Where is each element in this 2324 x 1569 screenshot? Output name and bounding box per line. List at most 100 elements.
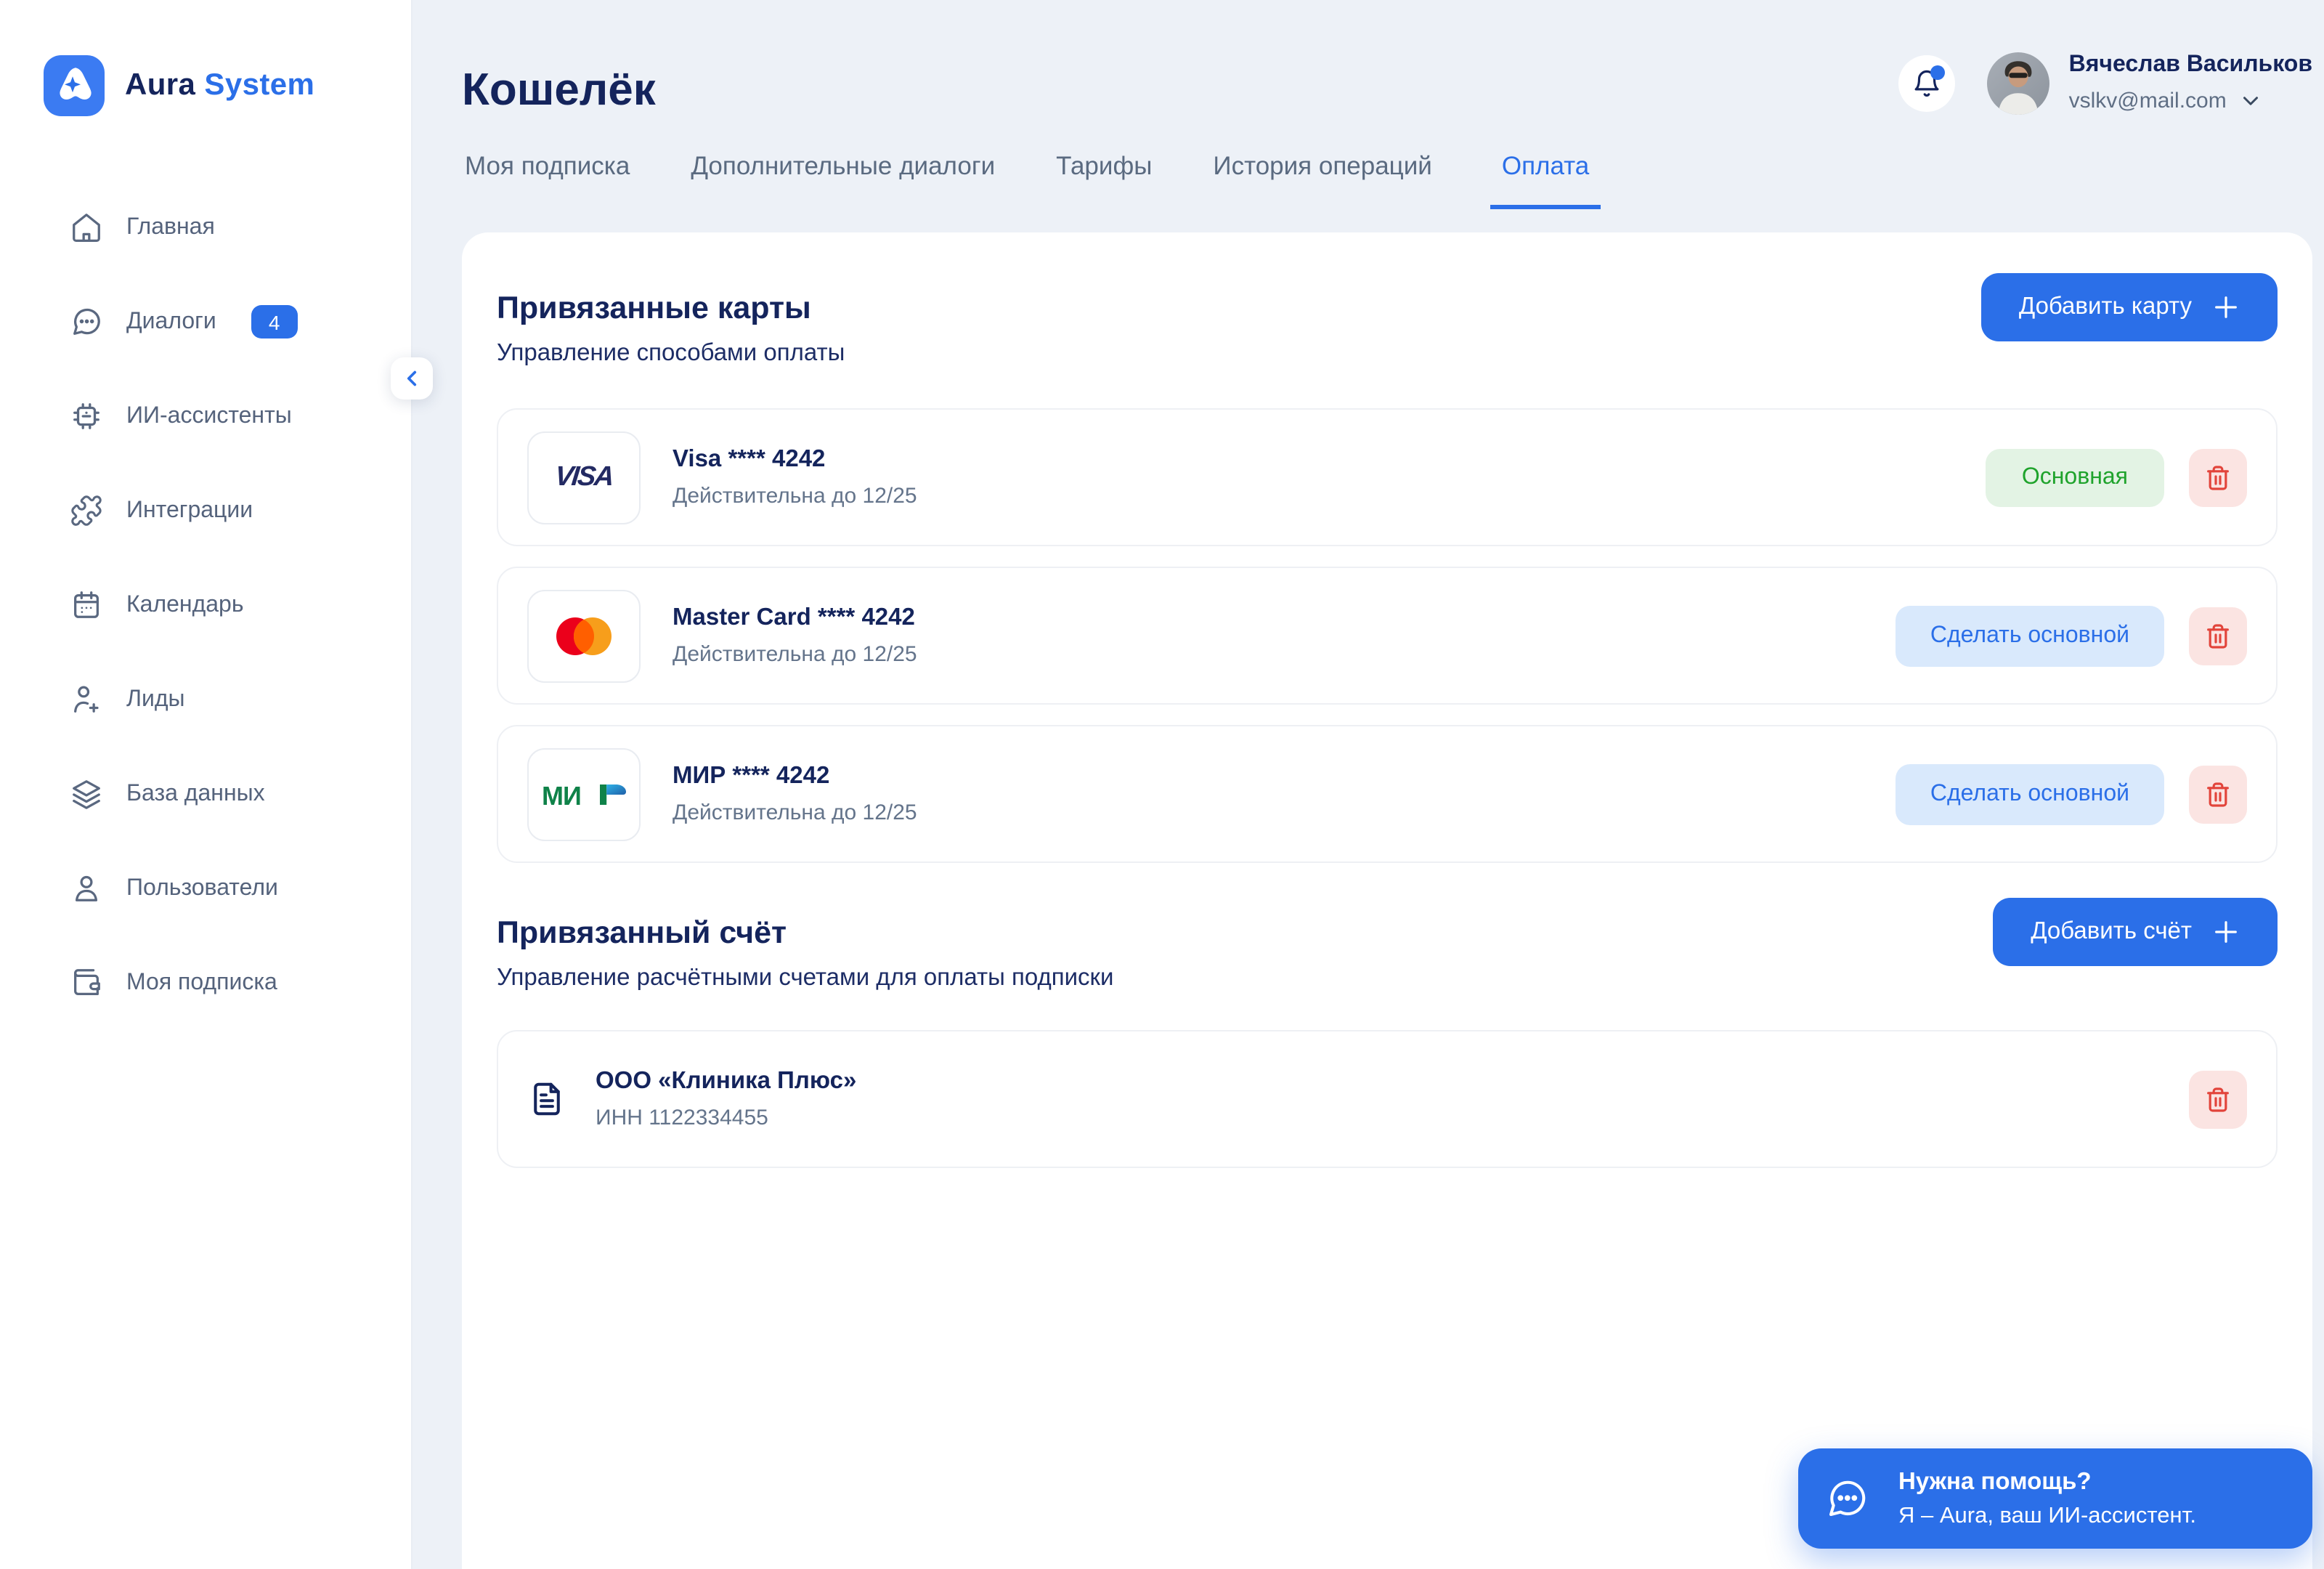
sidebar-item-label: База данных bbox=[126, 781, 265, 807]
sidebar-item-dialogs[interactable]: Диалоги 4 bbox=[0, 275, 411, 369]
card-info: Visa **** 4242 Действительна до 12/25 bbox=[673, 446, 917, 508]
card-title: МИР **** 4242 bbox=[673, 763, 917, 790]
app-window: Aura System Главная Диалоги 4 ИИ-ас bbox=[0, 0, 2324, 1569]
avatar[interactable] bbox=[1988, 52, 2050, 115]
sidebar-item-home[interactable]: Главная bbox=[0, 180, 411, 275]
account-row: ООО «Клиника Плюс» ИНН 1122334455 bbox=[497, 1030, 2278, 1168]
card-info: МИР **** 4242 Действительна до 12/25 bbox=[673, 763, 917, 825]
notification-dot bbox=[1931, 65, 1946, 80]
cpu-icon bbox=[70, 400, 103, 433]
delete-card-button[interactable] bbox=[2189, 765, 2247, 823]
svg-text:МИ: МИ bbox=[542, 780, 581, 810]
visa-logo-icon: VISA bbox=[527, 431, 641, 524]
account-title: ООО «Клиника Плюс» bbox=[596, 1068, 856, 1095]
primary-card-badge: Основная bbox=[1986, 448, 2164, 506]
main-area: Кошелёк Вячеслав Васильков bbox=[413, 0, 2324, 1569]
card-actions: Сделать основной bbox=[1896, 605, 2247, 666]
card-row-mastercard: Master Card **** 4242 Действительна до 1… bbox=[497, 567, 2278, 705]
payment-panel: Привязанные карты Управление способами о… bbox=[462, 232, 2312, 1569]
sidebar-item-label: Моя подписка bbox=[126, 970, 277, 996]
sidebar-item-calendar[interactable]: Календарь bbox=[0, 558, 411, 652]
help-title: Нужна помощь? bbox=[1898, 1469, 2196, 1493]
card-title: Master Card **** 4242 bbox=[673, 604, 917, 632]
sidebar-collapse-button[interactable] bbox=[391, 357, 433, 400]
wallet-icon bbox=[70, 966, 103, 1000]
card-expiry: Действительна до 12/25 bbox=[673, 642, 917, 667]
account-inn: ИНН 1122334455 bbox=[596, 1106, 856, 1130]
card-expiry: Действительна до 12/25 bbox=[673, 800, 917, 825]
card-row-mir: МИ МИР **** 4242 Действительна до 12/25 … bbox=[497, 725, 2278, 863]
trash-icon bbox=[2203, 463, 2232, 492]
sidebar-item-label: Пользователи bbox=[126, 875, 278, 901]
sidebar-item-integrations[interactable]: Интеграции bbox=[0, 463, 411, 558]
delete-account-button[interactable] bbox=[2189, 1070, 2247, 1128]
brand-name: Aura System bbox=[125, 68, 314, 103]
wallet-tabs: Моя подписка Дополнительные диалоги Тари… bbox=[462, 151, 1601, 209]
add-account-button[interactable]: Добавить счёт bbox=[1993, 898, 2278, 966]
sidebar-item-leads[interactable]: Лиды bbox=[0, 652, 411, 747]
plus-icon bbox=[2212, 293, 2240, 321]
tab-payment[interactable]: Оплата bbox=[1490, 151, 1601, 209]
cards-section-subtitle: Управление способами оплаты bbox=[497, 340, 2278, 368]
notifications-button[interactable] bbox=[1899, 55, 1956, 112]
aura-logo-icon bbox=[44, 55, 105, 116]
calendar-icon bbox=[70, 588, 103, 622]
header-user-cluster: Вячеслав Васильков vslkv@mail.com bbox=[1899, 52, 2312, 115]
card-row-visa: VISA Visa **** 4242 Действительна до 12/… bbox=[497, 408, 2278, 546]
accounts-list: ООО «Клиника Плюс» ИНН 1122334455 bbox=[497, 1030, 2278, 1168]
help-subtitle: Я – Aura, ваш ИИ-ассистент. bbox=[1898, 1505, 2196, 1528]
sidebar-item-ai-assistants[interactable]: ИИ-ассистенты bbox=[0, 369, 411, 463]
trash-icon bbox=[2203, 779, 2232, 808]
mastercard-logo-icon bbox=[527, 589, 641, 682]
sidebar-nav: Главная Диалоги 4 ИИ-ассистенты Интегра bbox=[0, 180, 411, 1030]
chevron-down-icon bbox=[2238, 89, 2263, 113]
help-text: Нужна помощь? Я – Aura, ваш ИИ-ассистент… bbox=[1898, 1469, 2196, 1528]
user-email: vslkv@mail.com bbox=[2069, 90, 2227, 112]
page-title: Кошелёк bbox=[462, 64, 656, 116]
account-section-subtitle: Управление расчётными счетами для оплаты… bbox=[497, 965, 2278, 992]
user-name: Вячеслав Васильков bbox=[2069, 54, 2312, 77]
chevron-left-icon bbox=[399, 366, 424, 391]
delete-card-button[interactable] bbox=[2189, 448, 2247, 506]
document-icon bbox=[527, 1079, 566, 1119]
account-section-header: Привязанный счёт Управление расчётными с… bbox=[497, 915, 2278, 992]
user-info: Вячеслав Васильков vslkv@mail.com bbox=[2069, 54, 2312, 113]
tab-extra-dialogs[interactable]: Дополнительные диалоги bbox=[688, 151, 998, 209]
chat-icon bbox=[70, 305, 103, 338]
tab-plans[interactable]: Тарифы bbox=[1053, 151, 1155, 209]
card-actions: Сделать основной bbox=[1896, 763, 2247, 824]
user-plus-icon bbox=[70, 683, 103, 716]
trash-icon bbox=[2203, 621, 2232, 650]
cards-section-header: Привязанные карты Управление способами о… bbox=[497, 291, 2278, 368]
user-icon bbox=[70, 872, 103, 905]
card-title: Visa **** 4242 bbox=[673, 446, 917, 474]
mir-logo-icon: МИ bbox=[527, 747, 641, 840]
brand: Aura System bbox=[0, 0, 411, 116]
puzzle-icon bbox=[70, 494, 103, 527]
sidebar-item-label: Интеграции bbox=[126, 498, 253, 524]
layers-icon bbox=[70, 777, 103, 811]
help-widget[interactable]: Нужна помощь? Я – Aura, ваш ИИ-ассистент… bbox=[1798, 1448, 2312, 1549]
account-info: ООО «Клиника Плюс» ИНН 1122334455 bbox=[596, 1068, 856, 1130]
tab-my-subscription[interactable]: Моя подписка bbox=[462, 151, 633, 209]
add-card-button[interactable]: Добавить карту bbox=[1981, 273, 2278, 341]
trash-icon bbox=[2203, 1084, 2232, 1114]
sidebar-item-users[interactable]: Пользователи bbox=[0, 841, 411, 936]
dialogs-count-badge: 4 bbox=[251, 305, 298, 338]
make-primary-button[interactable]: Сделать основной bbox=[1896, 763, 2164, 824]
card-expiry: Действительна до 12/25 bbox=[673, 484, 917, 508]
user-menu-trigger[interactable]: vslkv@mail.com bbox=[2069, 89, 2312, 113]
tab-history[interactable]: История операций bbox=[1210, 151, 1434, 209]
plus-icon bbox=[2212, 918, 2240, 946]
sidebar-item-subscription[interactable]: Моя подписка bbox=[0, 936, 411, 1030]
make-primary-button[interactable]: Сделать основной bbox=[1896, 605, 2164, 666]
sidebar-item-database[interactable]: База данных bbox=[0, 747, 411, 841]
sidebar-item-label: Главная bbox=[126, 214, 215, 240]
delete-card-button[interactable] bbox=[2189, 607, 2247, 665]
card-info: Master Card **** 4242 Действительна до 1… bbox=[673, 604, 917, 667]
sidebar-item-label: Диалоги bbox=[126, 309, 216, 335]
account-actions bbox=[2189, 1070, 2247, 1128]
sidebar-item-label: ИИ-ассистенты bbox=[126, 403, 292, 429]
home-icon bbox=[70, 211, 103, 244]
card-actions: Основная bbox=[1986, 448, 2247, 506]
